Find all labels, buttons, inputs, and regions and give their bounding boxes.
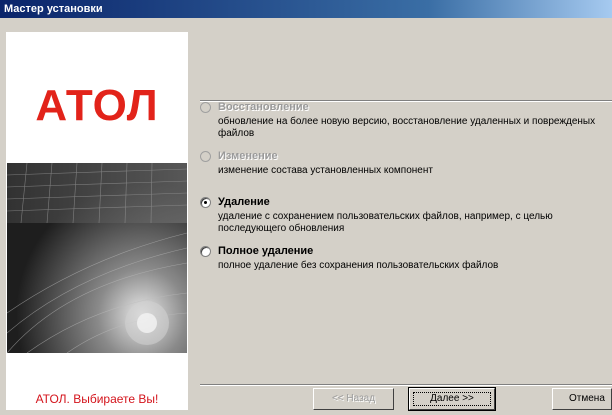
remove-label: Удаление bbox=[218, 196, 270, 208]
remove-radio[interactable] bbox=[200, 196, 211, 208]
cancel-button[interactable]: Отмена bbox=[552, 388, 612, 410]
full-remove-label: Полное удаление bbox=[218, 245, 314, 257]
option-remove: Удаление удаление с сохранением пользова… bbox=[200, 195, 610, 235]
sidebar-panel: АТОЛ АТОЛ. Выбираете Вы! bbox=[6, 32, 188, 410]
radio-selected-dot bbox=[204, 200, 207, 204]
focus-rectangle bbox=[413, 392, 491, 406]
modify-radio[interactable] bbox=[200, 150, 211, 162]
modify-description: изменение состава установленных компонен… bbox=[218, 165, 433, 176]
window-title: Мастер установки bbox=[4, 3, 103, 15]
title-bar: Мастер установки bbox=[0, 0, 612, 18]
separator-bottom bbox=[200, 384, 612, 386]
banner-image bbox=[7, 163, 187, 353]
restore-description: обновление на более новую версию, восста… bbox=[218, 116, 596, 139]
option-restore: Восстановление обновление на более новую… bbox=[200, 100, 610, 140]
option-modify: Изменение изменение состава установленны… bbox=[200, 149, 610, 177]
atol-logo: АТОЛ bbox=[35, 81, 159, 130]
cancel-button-label: Отмена bbox=[569, 393, 605, 404]
restore-label: Восстановление bbox=[218, 101, 309, 113]
full-remove-description: полное удаление без сохранения пользоват… bbox=[218, 260, 499, 271]
wizard-body: АТОЛ АТОЛ. Выбираете Вы! Восстановление … bbox=[0, 18, 612, 415]
slogan-text: АТОЛ. Выбираете Вы! bbox=[35, 392, 159, 406]
next-button[interactable]: Далее >> bbox=[408, 387, 496, 411]
back-button[interactable]: << Назад bbox=[313, 388, 394, 410]
restore-radio[interactable] bbox=[200, 101, 211, 113]
remove-description: удаление с сохранением пользовательских … bbox=[218, 211, 553, 234]
back-button-label: << Назад bbox=[331, 393, 376, 404]
modify-label: Изменение bbox=[218, 150, 278, 162]
full-remove-radio[interactable] bbox=[200, 245, 211, 257]
option-full-remove: Полное удаление полное удаление без сохр… bbox=[200, 244, 610, 272]
